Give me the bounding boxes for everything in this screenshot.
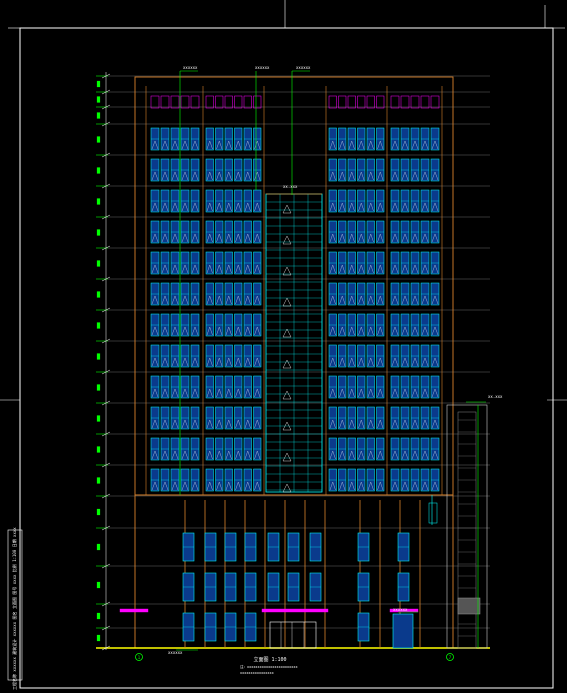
callout-bottom-left: xxxxxx <box>168 650 183 655</box>
dimension-label-mark <box>96 96 101 103</box>
dimension-label-mark <box>96 80 101 88</box>
callout-bottom-right: xxxxxx <box>393 607 408 612</box>
title-block-text: 工程名称 xxxxxx 建筑设计 xxxxxx 图名 立面图 图号 xxxx 比… <box>11 527 17 690</box>
dimension-label-mark <box>96 167 101 174</box>
dimension-label-mark <box>96 260 101 267</box>
drawing-note-line-1: 注：xxxxxxxxxxxxxxxxxxxxxxxx <box>240 664 298 669</box>
side-entrance <box>392 613 414 649</box>
dimension-label-mark <box>96 353 101 360</box>
canopy-left <box>119 608 149 613</box>
dimension-label-mark <box>96 581 101 589</box>
dimension-label-mark <box>96 136 101 143</box>
dimension-label-mark <box>96 446 101 453</box>
drawing-title: 立面图 1:100 <box>253 656 286 663</box>
dimension-label-mark <box>96 508 101 516</box>
callout-top-left: xxxxxx <box>183 65 198 70</box>
callout-top-right: xxxxxx <box>296 65 311 70</box>
elevation-drawing: xxxxxx xxxxxx xxxxxx xx.xxx xx.xxx xxxxx… <box>0 0 567 693</box>
drawing-note-line-2: xxxxxxxxxxxxxxxx <box>240 671 274 675</box>
dimension-label-mark <box>96 198 101 205</box>
callout-top-center: xxxxxx <box>255 65 270 70</box>
callout-right: xx.xxx <box>488 394 503 399</box>
dimension-label-mark <box>96 384 101 391</box>
dimension-label-mark <box>96 477 101 484</box>
dimension-label-mark <box>96 112 101 119</box>
dimension-label-mark <box>96 229 101 236</box>
dimension-label-mark <box>96 543 101 551</box>
dimension-label-mark <box>96 415 101 422</box>
annex-block <box>457 597 481 615</box>
dimension-label-mark <box>96 634 101 642</box>
dimension-label-mark <box>96 612 101 620</box>
canopy-center <box>261 608 329 613</box>
canvas-background <box>0 0 567 693</box>
callout-mid: xx.xxx <box>283 184 298 189</box>
dimension-label-mark <box>96 322 101 329</box>
dimension-label-mark <box>96 291 101 298</box>
